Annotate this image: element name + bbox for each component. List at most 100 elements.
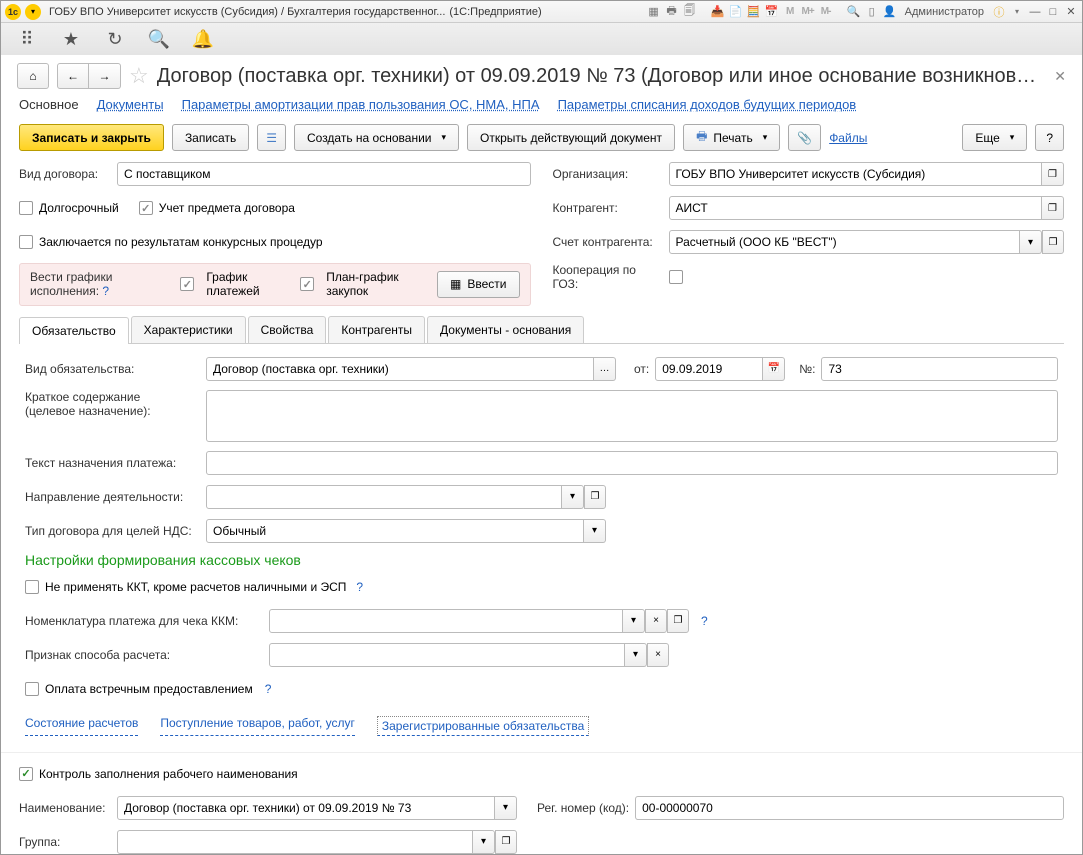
contract-kind-input[interactable]: С поставщиком xyxy=(117,162,531,186)
bell-icon[interactable]: 🔔 xyxy=(193,29,213,49)
open-doc-button[interactable]: Открыть действующий документ xyxy=(467,124,675,151)
star-icon[interactable]: ★ xyxy=(61,29,81,49)
brief-textarea[interactable] xyxy=(206,390,1058,442)
help-icon[interactable]: ? xyxy=(701,614,708,628)
calc-icon[interactable]: 🧮 xyxy=(747,5,761,19)
nav-income[interactable]: Параметры списания доходов будущих перио… xyxy=(558,97,857,112)
group-input[interactable] xyxy=(117,830,473,854)
number-input[interactable]: 73 xyxy=(821,357,1058,381)
toolbar-icon-1[interactable]: ▦ xyxy=(647,5,661,19)
obl-kind-input[interactable]: Договор (поставка орг. техники) xyxy=(206,357,594,381)
registered-obligations-link[interactable]: Зарегистрированные обязательства xyxy=(377,716,589,736)
date-picker-button[interactable]: 📅 xyxy=(763,357,785,381)
attach-button[interactable]: 📎 xyxy=(788,124,821,151)
subject-checkbox[interactable] xyxy=(139,201,153,215)
account-input[interactable]: Расчетный (ООО КБ "ВЕСТ") xyxy=(669,230,1021,254)
tab-characteristics[interactable]: Характеристики xyxy=(131,316,246,343)
coop-checkbox[interactable] xyxy=(669,270,683,284)
reg-input[interactable]: 00-00000070 xyxy=(635,796,1064,820)
panel-icon[interactable]: ▯ xyxy=(865,5,879,19)
save-button[interactable]: Записать xyxy=(172,124,249,151)
group-open-button[interactable]: ❐ xyxy=(495,830,517,854)
m-plus-icon[interactable]: M+ xyxy=(801,5,815,19)
minimize-button[interactable]: — xyxy=(1028,5,1042,19)
vat-input[interactable]: Обычный xyxy=(206,519,584,543)
vat-dropdown-button[interactable]: ▾ xyxy=(584,519,606,543)
nomenclature-input[interactable] xyxy=(269,609,623,633)
org-input[interactable]: ГОБУ ВПО Университет искусств (Субсидия) xyxy=(669,162,1043,186)
tab-counterparties[interactable]: Контрагенты xyxy=(328,316,425,343)
counter-pay-checkbox[interactable] xyxy=(25,682,39,696)
home-button[interactable]: ⌂ xyxy=(17,63,49,89)
toolbar-icon-3[interactable]: 🗐 xyxy=(683,5,697,19)
help-icon[interactable]: ? xyxy=(265,682,272,696)
pay-text-input[interactable] xyxy=(206,451,1058,475)
nomenclature-clear-button[interactable]: × xyxy=(645,609,667,633)
counterparty-open-button[interactable]: ❐ xyxy=(1042,196,1064,220)
page-close-button[interactable]: ✕ xyxy=(1054,68,1066,85)
pay-schedule-checkbox[interactable] xyxy=(180,277,194,291)
m-icon[interactable]: M xyxy=(783,5,797,19)
method-dropdown-button[interactable]: ▾ xyxy=(625,643,647,667)
name-input[interactable]: Договор (поставка орг. техники) от 09.09… xyxy=(117,796,495,820)
files-link[interactable]: Файлы xyxy=(829,131,867,145)
print-button[interactable]: 🖶Печать▾ xyxy=(683,124,780,151)
account-dropdown-button[interactable]: ▾ xyxy=(1020,230,1042,254)
info-icon[interactable]: ⓘ xyxy=(992,5,1006,19)
zoom-icon[interactable]: 🔍 xyxy=(847,5,861,19)
close-button[interactable]: ✕ xyxy=(1064,5,1078,19)
info-dropdown-icon[interactable]: ▾ xyxy=(1010,5,1024,19)
method-clear-button[interactable]: × xyxy=(647,643,669,667)
apps-icon[interactable]: ⠿ xyxy=(17,29,37,49)
name-dropdown-button[interactable]: ▾ xyxy=(495,796,517,820)
search-icon[interactable]: 🔍 xyxy=(149,29,169,49)
dropdown-icon[interactable]: ▾ xyxy=(25,4,41,20)
toolbar-icon-4[interactable]: 📥 xyxy=(711,5,725,19)
calendar-icon[interactable]: 📅 xyxy=(765,5,779,19)
obl-kind-more-button[interactable]: … xyxy=(594,357,616,381)
toolbar-icon-5[interactable]: 📄 xyxy=(729,5,743,19)
tab-basis-docs[interactable]: Документы - основания xyxy=(427,316,584,343)
nav-main[interactable]: Основное xyxy=(19,97,79,112)
list-button[interactable]: ☰ xyxy=(257,124,286,151)
nomenclature-dropdown-button[interactable]: ▾ xyxy=(623,609,645,633)
activity-open-button[interactable]: ❐ xyxy=(584,485,606,509)
group-dropdown-button[interactable]: ▾ xyxy=(473,830,495,854)
history-icon[interactable]: ↻ xyxy=(105,29,125,49)
help-icon[interactable]: ? xyxy=(102,284,109,298)
back-button[interactable]: ← xyxy=(57,63,89,89)
save-close-button[interactable]: Записать и закрыть xyxy=(19,124,164,151)
activity-input[interactable] xyxy=(206,485,562,509)
favorite-star-icon[interactable]: ☆ xyxy=(129,63,149,89)
help-button[interactable]: ? xyxy=(1035,124,1064,151)
user-name[interactable]: Администратор xyxy=(901,6,988,18)
nomenclature-open-button[interactable]: ❐ xyxy=(667,609,689,633)
kkt-checkbox[interactable] xyxy=(25,580,39,594)
chevron-down-icon: ▾ xyxy=(763,132,768,143)
method-input[interactable] xyxy=(269,643,625,667)
maximize-button[interactable]: □ xyxy=(1046,5,1060,19)
goods-receipt-link[interactable]: Поступление товаров, работ, услуг xyxy=(160,716,355,736)
tab-properties[interactable]: Свойства xyxy=(248,316,327,343)
create-basis-button[interactable]: Создать на основании▾ xyxy=(294,124,459,151)
control-name-label: Контроль заполнения рабочего наименовани… xyxy=(39,767,298,781)
longterm-checkbox[interactable] xyxy=(19,201,33,215)
nav-amort[interactable]: Параметры амортизации прав пользования О… xyxy=(182,97,540,112)
purchase-plan-checkbox[interactable] xyxy=(300,277,314,291)
counterparty-input[interactable]: АИСТ xyxy=(669,196,1043,220)
help-icon[interactable]: ? xyxy=(356,580,363,594)
activity-dropdown-button[interactable]: ▾ xyxy=(562,485,584,509)
enter-button[interactable]: ▦Ввести xyxy=(437,271,519,298)
org-open-button[interactable]: ❐ xyxy=(1042,162,1064,186)
control-name-checkbox[interactable] xyxy=(19,767,33,781)
settlement-state-link[interactable]: Состояние расчетов xyxy=(25,716,138,736)
tab-obligation[interactable]: Обязательство xyxy=(19,317,129,344)
tender-checkbox[interactable] xyxy=(19,235,33,249)
forward-button[interactable]: → xyxy=(89,63,121,89)
print-icon[interactable]: 🖶 xyxy=(665,5,679,19)
account-open-button[interactable]: ❐ xyxy=(1042,230,1064,254)
more-button[interactable]: Еще▾ xyxy=(962,124,1027,151)
date-input[interactable]: 09.09.2019 xyxy=(655,357,763,381)
m-minus-icon[interactable]: M- xyxy=(819,5,833,19)
nav-documents[interactable]: Документы xyxy=(97,97,164,112)
